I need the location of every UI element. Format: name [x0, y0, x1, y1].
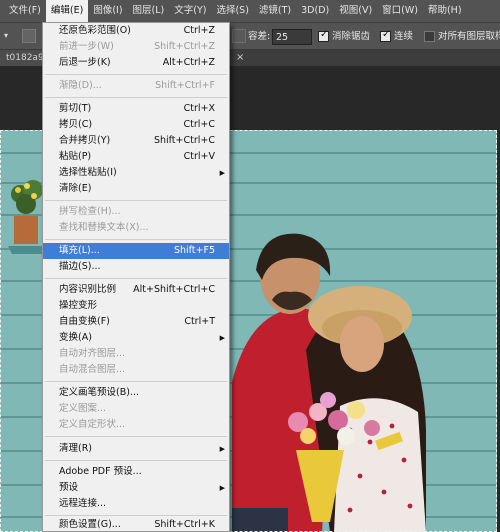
menu-item-pdf-presets[interactable]: Adobe PDF 预设...	[43, 464, 229, 480]
menu-select[interactable]: 选择(S)	[211, 0, 253, 22]
menu-item-auto-blend-layers: 自动混合图层...	[59, 364, 126, 375]
menu-separator	[45, 239, 227, 240]
menu-separator	[45, 381, 227, 382]
menu-window[interactable]: 窗口(W)	[377, 0, 423, 22]
contiguous-checkbox[interactable]	[380, 29, 391, 42]
menu-item-paste[interactable]: 粘贴(P) Ctrl+V	[43, 149, 229, 165]
menu-item-step-forward: 前进一步(W) Shift+Ctrl+Z	[59, 41, 215, 52]
menu-separator	[45, 436, 227, 437]
menu-item-find-replace: 查找和替换文本(X)...	[59, 222, 149, 233]
menu-item-spell-check: 拼写检查(H)...	[59, 206, 121, 217]
menu-item-fill[interactable]: 填充(L)... Shift+F5	[43, 243, 229, 259]
menu-help[interactable]: 帮助(H)	[423, 0, 467, 22]
menu-item-step-backward[interactable]: 后退一步(K) Alt+Ctrl+Z	[43, 55, 229, 71]
antialias-checkbox[interactable]	[318, 29, 329, 42]
menu-item-purge[interactable]: 清理(R) ▶	[43, 441, 229, 457]
submenu-arrow-icon: ▶	[219, 334, 225, 342]
menu-separator	[45, 278, 227, 279]
antialias-label: 消除锯齿	[332, 31, 371, 42]
menu-item-content-aware-scale[interactable]: 内容识别比例 Alt+Shift+Ctrl+C	[43, 282, 229, 298]
menubar: 文件(F) 编辑(E) 图像(I) 图层(L) 文字(Y) 选择(S) 滤镜(T…	[0, 0, 500, 22]
menu-edit[interactable]: 编辑(E)	[45, 0, 89, 22]
submenu-arrow-icon: ▶	[219, 484, 225, 492]
menu-item-presets[interactable]: 预设 ▶	[43, 480, 229, 496]
close-tab-icon[interactable]: ×	[236, 50, 244, 66]
menu-item-transform[interactable]: 变换(A) ▶	[43, 330, 229, 346]
menu-item-free-transform[interactable]: 自由变换(F) Ctrl+T	[43, 314, 229, 330]
menu-item-define-shape: 定义自定形状...	[59, 419, 126, 430]
tolerance-label: 容差:	[248, 31, 271, 42]
menu-item-auto-align-layers: 自动对齐图层...	[59, 348, 126, 359]
menu-item-cut[interactable]: 剪切(T) Ctrl+X	[43, 101, 229, 117]
menu-item-define-pattern: 定义图案...	[59, 403, 107, 414]
menu-3d[interactable]: 3D(D)	[296, 0, 334, 22]
menu-item-undo[interactable]: 还原色彩范围(O) Ctrl+Z	[43, 23, 229, 39]
menu-item-stroke[interactable]: 描边(S)...	[43, 259, 229, 275]
submenu-arrow-icon: ▶	[219, 169, 225, 177]
menu-view[interactable]: 视图(V)	[334, 0, 377, 22]
tool-preset-chevron-icon[interactable]: ▾	[4, 31, 8, 40]
menu-item-copy-merged[interactable]: 合并拷贝(Y) Shift+Ctrl+C	[43, 133, 229, 149]
menu-item-define-brush[interactable]: 定义画笔预设(B)...	[43, 385, 229, 401]
sample-size-icon[interactable]	[232, 29, 246, 43]
menu-separator	[45, 460, 227, 461]
submenu-arrow-icon: ▶	[219, 445, 225, 453]
menu-layer[interactable]: 图层(L)	[128, 0, 170, 22]
menu-separator	[45, 515, 227, 516]
menu-item-remote-connections[interactable]: 远程连接...	[43, 496, 229, 512]
menu-file[interactable]: 文件(F)	[4, 0, 46, 22]
sample-all-layers-label: 对所有图层取样	[438, 31, 500, 42]
menu-image[interactable]: 图像(I)	[88, 0, 127, 22]
menu-separator	[45, 97, 227, 98]
menu-type[interactable]: 文字(Y)	[169, 0, 211, 22]
menu-separator	[45, 74, 227, 75]
menu-separator	[45, 200, 227, 201]
menu-item-color-settings[interactable]: 颜色设置(G)... Shift+Ctrl+K	[43, 517, 229, 532]
menu-item-paste-special[interactable]: 选择性粘贴(I) ▶	[43, 165, 229, 181]
tolerance-input[interactable]	[272, 29, 312, 45]
menu-item-fade: 渐隐(D)... Shift+Ctrl+F	[59, 80, 215, 91]
menu-item-clear[interactable]: 清除(E)	[43, 181, 229, 197]
menu-filter[interactable]: 滤镜(T)	[254, 0, 296, 22]
selection-mode-new-icon[interactable]	[22, 29, 36, 43]
sample-all-layers-checkbox[interactable]	[424, 31, 435, 42]
menu-item-puppet-warp[interactable]: 操控变形	[43, 298, 229, 314]
menu-item-copy[interactable]: 拷贝(C) Ctrl+C	[43, 117, 229, 133]
edit-menu-dropdown: 还原色彩范围(O) Ctrl+Z 前进一步(W) Shift+Ctrl+Z 后退一步…	[42, 22, 230, 532]
contiguous-label: 连续	[394, 31, 414, 42]
